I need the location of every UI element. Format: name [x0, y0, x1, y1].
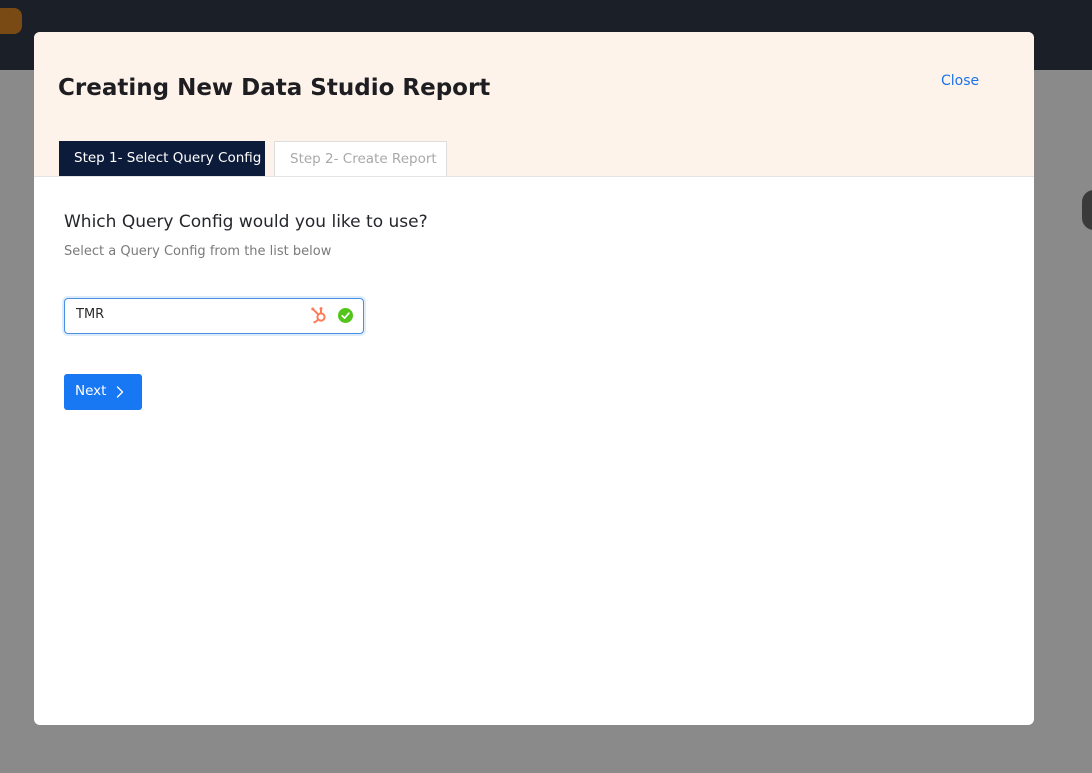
modal-header: Creating New Data Studio Report Close St…	[34, 32, 1034, 177]
background-avatar-fragment	[1082, 190, 1092, 230]
check-circle-icon	[338, 308, 353, 323]
close-button[interactable]: Close	[941, 73, 979, 89]
app-logo-fragment	[0, 8, 22, 34]
create-report-modal: Creating New Data Studio Report Close St…	[34, 32, 1034, 725]
tab-step-2[interactable]: Step 2- Create Report	[274, 141, 447, 176]
query-config-select-value: TMR	[76, 307, 105, 322]
modal-title: Creating New Data Studio Report	[58, 75, 491, 101]
chevron-right-icon	[116, 386, 124, 398]
tab-step-1[interactable]: Step 1- Select Query Config	[59, 141, 265, 176]
step-question: Which Query Config would you like to use…	[64, 212, 428, 232]
next-button-label: Next	[75, 383, 107, 399]
hubspot-icon	[311, 307, 326, 324]
query-config-select[interactable]: TMR	[64, 298, 364, 334]
step-subtext: Select a Query Config from the list belo…	[64, 244, 332, 259]
next-button[interactable]: Next	[64, 374, 142, 410]
